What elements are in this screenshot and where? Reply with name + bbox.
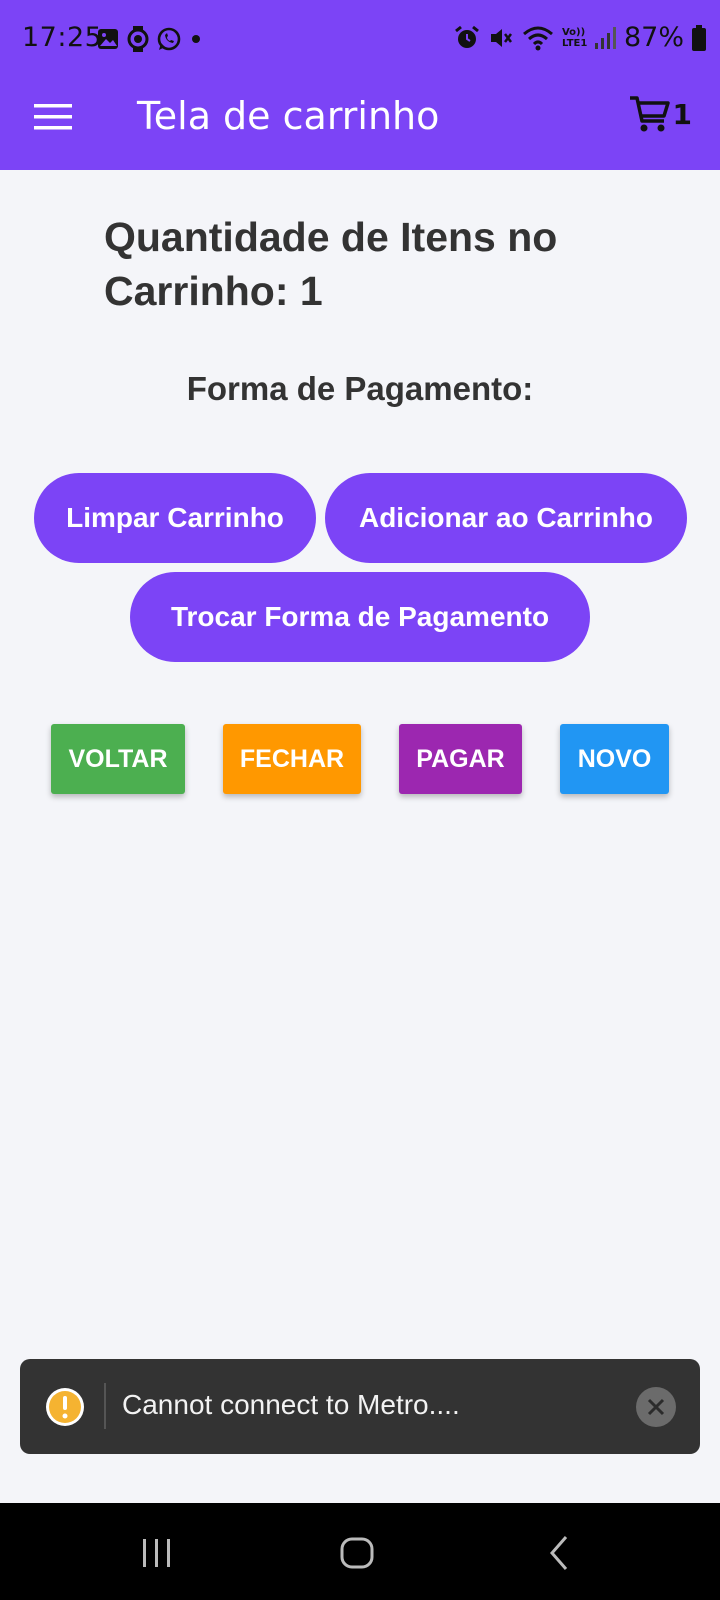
close-icon[interactable]	[636, 1387, 676, 1427]
warning-icon	[46, 1388, 84, 1426]
signal-icon	[594, 26, 616, 49]
status-bar: 17:25 Vo)) LTE1 87%	[0, 0, 720, 80]
toast-message: Cannot connect to Metro....	[122, 1389, 460, 1420]
add-to-cart-button[interactable]: Adicionar ao Carrinho	[325, 473, 687, 563]
navigation-bar	[0, 1503, 720, 1600]
clear-cart-button[interactable]: Limpar Carrinho	[34, 473, 316, 563]
error-toast[interactable]: Cannot connect to Metro....	[20, 1359, 700, 1454]
payment-method-label: Forma de Pagamento:	[186, 370, 534, 407]
wifi-icon	[523, 26, 553, 50]
status-right-icons: Vo)) LTE1 87%	[454, 22, 706, 53]
home-icon[interactable]	[336, 1531, 380, 1575]
hamburger-menu-icon[interactable]	[34, 102, 72, 132]
cart-icon[interactable]	[628, 92, 672, 136]
recent-apps-icon[interactable]	[135, 1531, 179, 1575]
pay-button[interactable]: PAGAR	[399, 724, 522, 794]
battery-text: 87%	[623, 22, 684, 53]
volte-icon: Vo)) LTE1	[561, 26, 588, 49]
back-icon[interactable]	[538, 1531, 582, 1575]
new-button[interactable]: NOVO	[560, 724, 669, 794]
mute-icon	[490, 28, 512, 47]
page-title: Tela de carrinho	[137, 94, 440, 138]
status-left-icons	[96, 26, 204, 52]
alarm-icon	[455, 25, 479, 48]
whatsapp-icon	[157, 27, 181, 51]
back-button[interactable]: VOLTAR	[51, 724, 185, 794]
status-time: 17:25	[22, 22, 103, 53]
cart-screen: 17:25 Vo)) LTE1 87% Tela de carrinho 1 Q…	[0, 0, 720, 1600]
quantity-title: Quantidade de Itens no Carrinho: 1	[104, 214, 558, 314]
close-button[interactable]: FECHAR	[223, 724, 361, 794]
watch-icon	[127, 26, 149, 52]
gallery-icon	[98, 29, 118, 49]
app-bar: Tela de carrinho 1	[0, 80, 720, 170]
change-payment-method-button[interactable]: Trocar Forma de Pagamento	[130, 572, 590, 662]
battery-icon	[692, 24, 706, 51]
dot-icon	[192, 35, 200, 43]
cart-count-badge: 1	[672, 98, 692, 131]
toast-divider	[104, 1383, 106, 1429]
